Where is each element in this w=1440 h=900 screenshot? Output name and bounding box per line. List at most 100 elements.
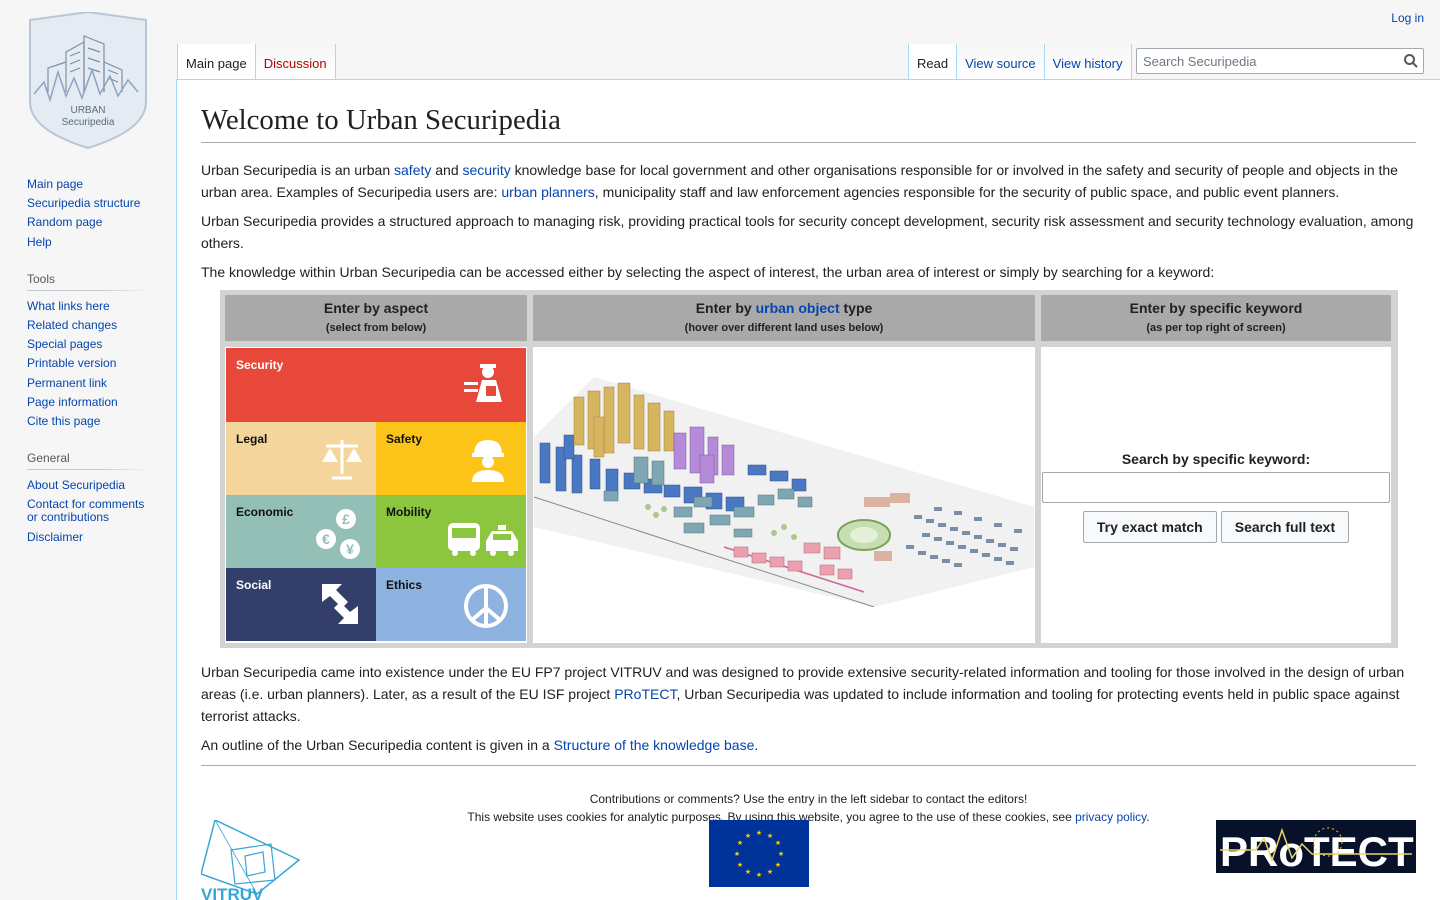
tab-read[interactable]: Read: [908, 44, 958, 80]
tab-main-page[interactable]: Main page: [177, 44, 256, 80]
city-map-image[interactable]: [534, 347, 1034, 608]
entry-table: Enter by aspect (select from below) Ente…: [220, 290, 1398, 649]
vitruv-logo-text: VITRUV: [201, 885, 264, 900]
svg-text:€: €: [322, 531, 330, 547]
aspect-security[interactable]: Security: [226, 348, 526, 423]
header-subtitle: (hover over different land uses below): [684, 322, 884, 335]
aspect-mobility[interactable]: Mobility: [376, 495, 526, 569]
text-run: An outline of the Urban Securipedia cont…: [201, 737, 554, 754]
sidebar-item-disclaimer[interactable]: Disclaimer: [27, 530, 83, 544]
link-urban-planners[interactable]: urban planners: [501, 184, 594, 200]
aspect-social[interactable]: Social: [226, 568, 376, 642]
scales-icon: [322, 440, 362, 480]
svg-text:¥: ¥: [346, 541, 354, 557]
header-title: Enter by urban object type: [533, 300, 1035, 316]
link-safety[interactable]: safety: [394, 162, 431, 178]
keyword-buttons: Try exact match Search full text: [1041, 511, 1391, 544]
keyword-cell: Search by specific keyword: Try exact ma…: [1041, 347, 1391, 644]
svg-text:★: ★: [745, 868, 751, 876]
header-enter-by-urban-object: Enter by urban object type (hover over d…: [533, 295, 1035, 342]
aspect-ethics[interactable]: Ethics: [376, 568, 526, 642]
aspect-cell: Security Legal Safety Economic £ € ¥ Mob…: [225, 347, 527, 644]
logo-text-urban: URBAN: [70, 105, 105, 116]
namespace-tabs: Main page Discussion: [177, 44, 336, 80]
text-run: .: [754, 737, 759, 754]
sidebar-item-what-links-here[interactable]: What links here: [27, 299, 110, 313]
tab-view-history[interactable]: View history: [1044, 44, 1132, 80]
search-box: [1136, 48, 1424, 74]
svg-text:★: ★: [756, 871, 762, 879]
sidebar-item-page-information[interactable]: Page information: [27, 395, 118, 409]
divider: [201, 765, 1416, 767]
search-full-text-button[interactable]: Search full text: [1220, 511, 1350, 544]
aspect-economic[interactable]: Economic £ € ¥: [226, 495, 376, 569]
text-run: type: [839, 300, 873, 317]
text-run: and: [431, 162, 463, 179]
aspect-label: Ethics: [386, 578, 423, 593]
contributions-note: Contributions or comments? Use the entry…: [589, 792, 1028, 807]
sidebar-item-securipedia-structure[interactable]: Securipedia structure: [27, 196, 140, 210]
urban-object-cell: [533, 347, 1035, 644]
keyword-input[interactable]: [1042, 472, 1390, 504]
currency-icon: £ € ¥: [316, 509, 360, 560]
sidebar-item-printable-version[interactable]: Printable version: [27, 356, 116, 370]
aspect-grid: Security Legal Safety Economic £ € ¥ Mob…: [226, 348, 526, 642]
login-link[interactable]: Log in: [1391, 11, 1424, 25]
sidebar-item-contact[interactable]: Contact for comments or contributions: [27, 497, 144, 524]
text-run: , municipality staff and law enforcement…: [594, 184, 1340, 201]
text-run: .: [1146, 810, 1150, 825]
sidebar-tools: Tools What links here Related changes Sp…: [0, 267, 176, 431]
text-run: Enter by: [695, 300, 756, 317]
sidebar-item-help[interactable]: Help: [27, 235, 52, 249]
aspect-label: Legal: [236, 432, 268, 447]
sidebar-item-main-page[interactable]: Main page: [27, 177, 83, 191]
search-icon[interactable]: [1403, 53, 1419, 69]
sidebar-item-permanent-link[interactable]: Permanent link: [27, 376, 107, 390]
link-security[interactable]: security: [463, 162, 511, 178]
view-tabs: Read View source View history: [908, 44, 1132, 80]
outline-paragraph: An outline of the Urban Securipedia cont…: [201, 734, 1416, 756]
sidebar-tools-heading: Tools: [27, 267, 151, 291]
aspect-label: Security: [236, 358, 284, 373]
svg-text:★: ★: [775, 839, 781, 847]
svg-text:★: ★: [737, 861, 743, 869]
try-exact-match-button[interactable]: Try exact match: [1082, 511, 1217, 544]
link-urban-object[interactable]: urban object: [756, 300, 840, 316]
peace-icon: [464, 584, 508, 629]
sidebar-item-special-pages[interactable]: Special pages: [27, 337, 102, 351]
sidebar-item-related-changes[interactable]: Related changes: [27, 318, 117, 332]
aspect-safety[interactable]: Safety: [376, 422, 526, 496]
sidebar-item-about[interactable]: About Securipedia: [27, 478, 125, 492]
approach-paragraph: Urban Securipedia provides a structured …: [201, 213, 1414, 252]
keyword-label: Search by specific keyword:: [1121, 451, 1311, 468]
vitruv-logo[interactable]: VITRUV: [200, 818, 301, 900]
tab-view-source[interactable]: View source: [957, 44, 1045, 80]
link-privacy-policy[interactable]: privacy policy: [1075, 810, 1146, 824]
header-title: Enter by specific keyword: [1129, 300, 1303, 317]
header-subtitle: (as per top right of screen): [1146, 322, 1286, 335]
aspect-legal[interactable]: Legal: [226, 422, 376, 496]
header-subtitle: (select from below): [325, 322, 427, 335]
link-structure[interactable]: Structure of the knowledge base: [554, 737, 755, 753]
hardhat-worker-icon: [472, 440, 504, 483]
header-enter-by-keyword: Enter by specific keyword (as per top ri…: [1041, 295, 1391, 342]
sidebar-general: General About Securipedia Contact for co…: [0, 447, 176, 547]
site-logo[interactable]: URBAN Securipedia: [26, 10, 150, 152]
tab-discussion[interactable]: Discussion: [255, 44, 336, 80]
svg-text:★: ★: [756, 829, 762, 837]
bus-taxi-icon: [448, 523, 518, 557]
search-input[interactable]: [1137, 49, 1387, 73]
aspect-label: Social: [236, 578, 272, 593]
sidebar-item-cite-this-page[interactable]: Cite this page: [27, 414, 100, 428]
keyword-search-form: Search by specific keyword: Try exact ma…: [1041, 451, 1391, 544]
sidebar-item-random-page[interactable]: Random page: [27, 215, 102, 229]
protect-logo[interactable]: PRoTECT: [1216, 820, 1416, 873]
text-run: Urban Securipedia is an urban: [201, 162, 395, 179]
main-content: Welcome to Urban Securipedia Urban Secur…: [176, 79, 1440, 900]
guard-icon: [464, 364, 502, 403]
aspect-label: Economic: [236, 505, 294, 520]
logo-text-securipedia: Securipedia: [62, 117, 115, 128]
eu-flag: ★ ★ ★ ★ ★ ★ ★ ★ ★ ★ ★ ★: [709, 820, 809, 887]
link-protect[interactable]: PRoTECT: [614, 686, 676, 702]
access-paragraph: The knowledge within Urban Securipedia c…: [201, 264, 1215, 281]
